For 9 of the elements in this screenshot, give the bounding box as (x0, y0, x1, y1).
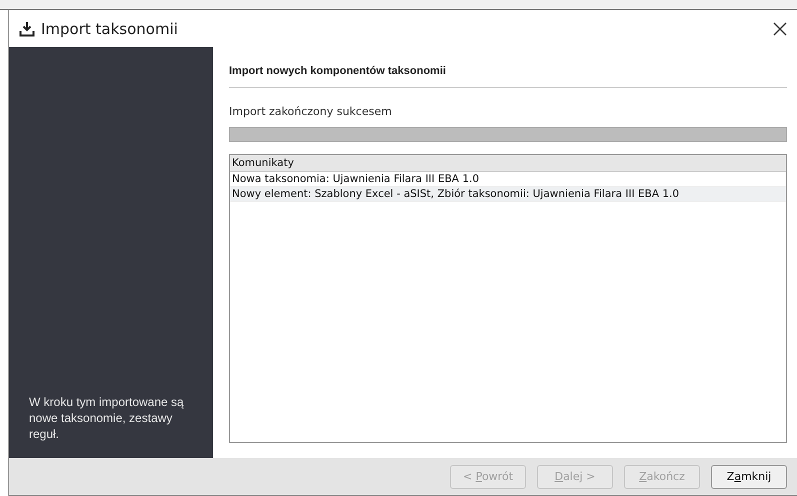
download-icon (19, 20, 35, 36)
section-heading: Import nowych komponentów taksonomii (229, 65, 447, 77)
dialog-button[interactable]: Zamknij (711, 464, 787, 488)
status-text: Import zakończony sukcesem (229, 105, 393, 118)
window-title: Import taksonomii (41, 20, 179, 38)
table-row[interactable]: Nowy element: Szablony Excel - aSISt, Zbiór taksonomii: Ujawnienia Filara III EBA 1.0 (230, 187, 786, 202)
column-header: Komunikaty (230, 155, 786, 172)
close-icon[interactable] (773, 22, 787, 36)
step-description: W kroku tym importowane są nowe taksonomie, zestawy reguł. (29, 394, 185, 442)
